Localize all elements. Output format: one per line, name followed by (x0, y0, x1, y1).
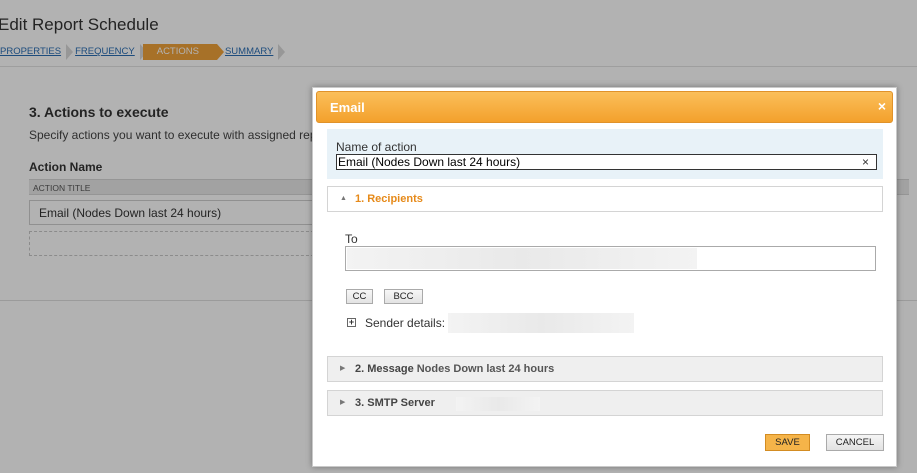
email-dialog: Email × Name of action × ▲ 1. Recipients… (312, 87, 897, 467)
redacted-recipients (347, 248, 697, 269)
close-icon[interactable]: × (878, 98, 886, 114)
dialog-header: Email × (316, 91, 893, 123)
cc-button[interactable]: CC (346, 289, 373, 304)
smtp-section-header[interactable]: ▶ 3. SMTP Server (327, 390, 883, 416)
sender-details-label: Sender details: (365, 316, 446, 330)
recipients-section-title: 1. Recipients (355, 193, 423, 205)
to-field[interactable] (345, 246, 876, 271)
message-section-title-wrap: 2. Message Nodes Down last 24 hours (355, 357, 554, 381)
message-section-subtitle: Nodes Down last 24 hours (416, 363, 555, 375)
dialog-title: Email (330, 100, 365, 115)
action-name-panel: Name of action × (327, 129, 883, 179)
save-button[interactable]: SAVE (765, 434, 810, 451)
recipients-section-header[interactable]: ▲ 1. Recipients (327, 186, 883, 212)
clear-icon[interactable]: × (862, 155, 869, 169)
name-of-action-input[interactable] (336, 154, 877, 170)
redacted-smtp-server (456, 397, 540, 411)
triangle-up-icon: ▲ (340, 195, 347, 202)
bcc-button[interactable]: BCC (384, 289, 423, 304)
triangle-right-icon: ▶ (340, 365, 346, 372)
smtp-section-title: 3. SMTP Server (355, 397, 435, 409)
message-section-header[interactable]: ▶ 2. Message Nodes Down last 24 hours (327, 356, 883, 382)
to-label: To (345, 232, 358, 246)
name-of-action-label: Name of action (336, 140, 417, 154)
triangle-right-icon: ▶ (340, 399, 346, 406)
cancel-button[interactable]: CANCEL (826, 434, 884, 451)
redacted-sender-details (448, 313, 634, 333)
message-section-title: 2. Message (355, 363, 414, 375)
plus-icon[interactable]: + (347, 318, 356, 327)
